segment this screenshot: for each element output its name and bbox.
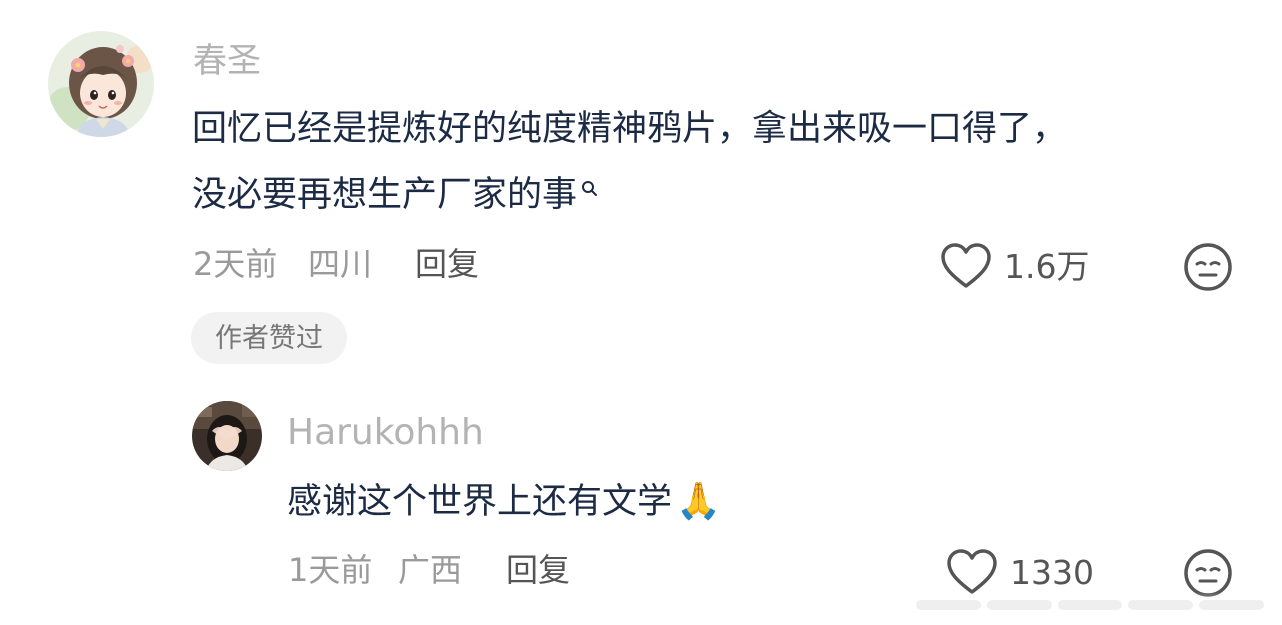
commenter-avatar[interactable]: [48, 31, 154, 137]
comment-location: 四川: [308, 245, 373, 283]
comment-text-line-1: 回忆已经是提炼好的纯度精神鸦片，拿出来吸一口得了，: [192, 109, 1068, 149]
reply-time: 1天前: [288, 551, 373, 589]
comment-like-button[interactable]: 1.6万: [940, 242, 1089, 290]
comment-time: 2天前: [193, 245, 278, 283]
commenter-username[interactable]: 春圣: [193, 44, 261, 78]
heart-icon: [941, 243, 991, 288]
reply-avatar[interactable]: [192, 401, 262, 471]
comment-dislike-button[interactable]: [1183, 242, 1233, 292]
meh-face-icon: [1184, 549, 1232, 597]
comment-reply-button[interactable]: 回复: [415, 248, 479, 280]
reply-username[interactable]: Harukohhh: [287, 415, 484, 451]
photo-avatar-icon: [192, 401, 262, 471]
comment-text-line-2-content: 没必要再想生产厂家的事: [192, 175, 578, 215]
reply-like-count: 1330: [1010, 552, 1094, 592]
reply-like-button[interactable]: 1330: [946, 548, 1094, 596]
reply-dislike-button[interactable]: [1183, 548, 1233, 598]
reply-text-content: 感谢这个世界上还有文学: [287, 481, 673, 522]
heart-icon: [947, 549, 997, 594]
reply-location: 广西: [398, 551, 463, 589]
reply-text: 感谢这个世界上还有文学 🙏: [287, 484, 721, 520]
meh-face-icon: [1184, 243, 1232, 291]
reply-reply-button[interactable]: 回复: [506, 554, 570, 586]
comment-text-line-2: 没必要再想生产厂家的事: [192, 178, 599, 213]
cartoon-girl-avatar-icon: [48, 31, 154, 137]
pray-emoji: 🙏: [676, 481, 721, 522]
search-icon[interactable]: [581, 180, 599, 198]
watermark-strip: [916, 600, 1264, 612]
comment-like-count: 1.6万: [1004, 246, 1090, 286]
comment-thread: 春圣 回忆已经是提炼好的纯度精神鸦片，拿出来吸一口得了， 没必要再想生产厂家的事…: [0, 0, 1282, 625]
author-liked-badge: 作者赞过: [191, 312, 347, 364]
